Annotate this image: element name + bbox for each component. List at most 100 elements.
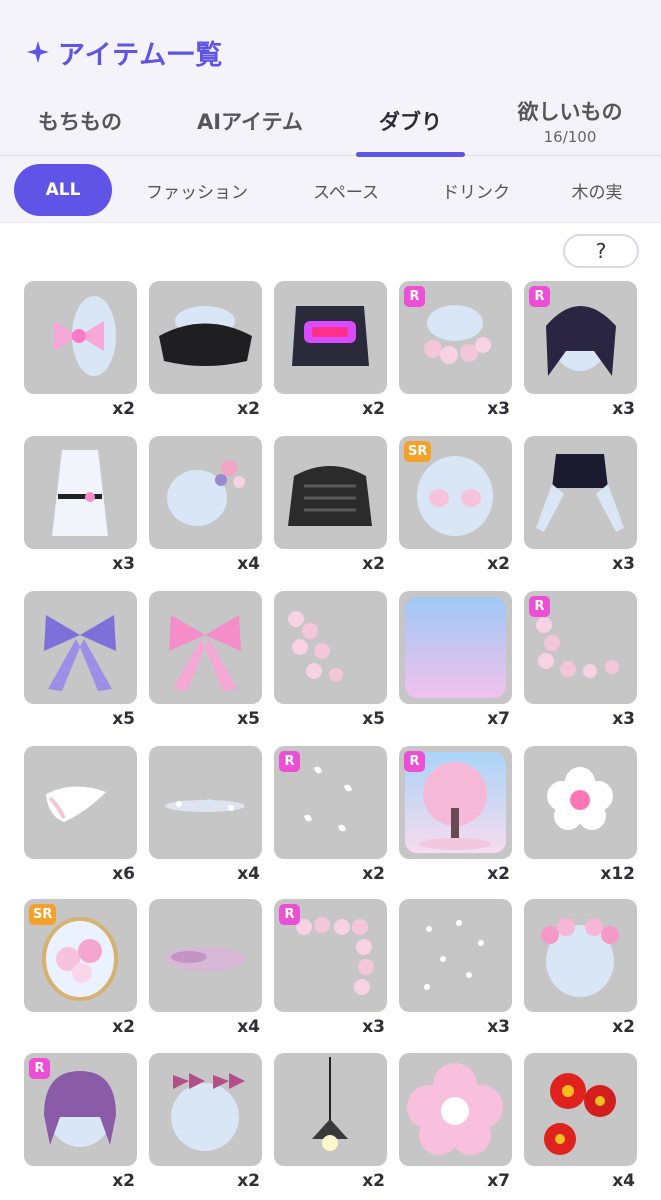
filter-nuts[interactable]: 木の実 [552, 164, 642, 216]
tab-ai-item[interactable]: AIアイテム [180, 86, 320, 156]
item-cell[interactable]: Rx3 [274, 899, 387, 1039]
sparkle-light-icon [149, 746, 262, 859]
item-count: x3 [362, 1017, 385, 1037]
sakura-branch-icon [274, 591, 387, 704]
item-cell[interactable]: Rx3 [524, 591, 637, 731]
tab-mochimono[interactable]: もちもの [20, 86, 140, 156]
help-button[interactable]: ? [563, 234, 639, 268]
item-cell[interactable]: x3 [24, 436, 137, 576]
header-area: アイテム一覧 もちもの AIアイテム ダブり 欲しいもの 16/100 ALL … [0, 0, 661, 222]
item-cell[interactable]: x3 [399, 899, 512, 1039]
checkered-bows-icon [149, 1053, 262, 1166]
item-count: x6 [112, 864, 135, 884]
rarity-badge: R [529, 286, 550, 307]
item-count: x5 [112, 709, 135, 729]
item-count: x2 [612, 1017, 635, 1037]
item-cell[interactable]: x2 [274, 436, 387, 576]
item-cell[interactable]: x4 [524, 1053, 637, 1193]
item-cell[interactable]: x4 [149, 899, 262, 1039]
sakura-cushion-icon [399, 1053, 512, 1166]
item-count: x5 [362, 709, 385, 729]
filter-drink[interactable]: ドリンク [424, 164, 528, 216]
item-count: x2 [362, 399, 385, 419]
item-cell[interactable]: x4 [149, 746, 262, 886]
item-cell[interactable]: x4 [149, 436, 262, 576]
item-count: x12 [600, 864, 635, 884]
pink-mist-icon [149, 899, 262, 1012]
tab-bar: もちもの AIアイテム ダブり 欲しいもの 16/100 [0, 86, 661, 156]
tab-duplicates[interactable]: ダブり [356, 86, 465, 156]
tab-label: 欲しいもの [517, 100, 623, 124]
item-cell[interactable]: x7 [399, 591, 512, 731]
rarity-badge: SR [29, 904, 57, 925]
item-cell[interactable]: Rx2 [24, 1053, 137, 1193]
item-cell[interactable]: x6 [24, 746, 137, 886]
active-tab-indicator [356, 152, 465, 157]
filter-all[interactable]: ALL [14, 164, 112, 216]
item-count: x7 [487, 709, 510, 729]
rarity-badge: R [279, 904, 300, 925]
item-count: x2 [362, 864, 385, 884]
item-count: x2 [237, 399, 260, 419]
item-count: x3 [612, 554, 635, 574]
item-count: x4 [237, 1017, 260, 1037]
item-count: x2 [487, 864, 510, 884]
item-cell[interactable]: x2 [24, 281, 137, 421]
item-cell[interactable]: Rx3 [399, 281, 512, 421]
item-cell[interactable]: Rx2 [399, 746, 512, 886]
filter-space[interactable]: スペース [292, 164, 400, 216]
filter-chips: ALL ファッション スペース ドリンク 木の実 [0, 162, 661, 218]
sakura-headband-icon [524, 899, 637, 1012]
rarity-badge: R [29, 1058, 50, 1079]
item-cell[interactable]: x12 [524, 746, 637, 886]
gradient-wallpaper-icon [399, 591, 512, 704]
graffiti-tshirt-icon [274, 281, 387, 394]
item-cell[interactable]: Rx2 [274, 746, 387, 886]
petal-scatter-icon [399, 899, 512, 1012]
tab-wishlist[interactable]: 欲しいもの 16/100 [500, 86, 640, 156]
item-cell[interactable]: SR x2 [399, 436, 512, 576]
rarity-badge: R [529, 596, 550, 617]
purple-ribbon-icon [24, 591, 137, 704]
tab-label: ダブり [379, 110, 442, 134]
item-count: x2 [112, 1017, 135, 1037]
wishlist-count: 16/100 [543, 128, 597, 146]
item-count: x4 [237, 554, 260, 574]
item-count: x3 [612, 399, 635, 419]
item-count: x2 [487, 554, 510, 574]
sparkle-icon [27, 41, 49, 63]
filter-fashion[interactable]: ファッション [126, 164, 268, 216]
item-count: x3 [112, 554, 135, 574]
item-cell[interactable]: x5 [149, 591, 262, 731]
item-cell[interactable]: x2 [149, 281, 262, 421]
item-cell[interactable]: x2 [149, 1053, 262, 1193]
item-cell[interactable]: x5 [274, 591, 387, 731]
item-count: x2 [112, 1171, 135, 1191]
red-camellia-icon [524, 1053, 637, 1166]
tab-label: AIアイテム [197, 110, 303, 134]
white-kimono-icon [24, 436, 137, 549]
item-cell[interactable]: x2 [524, 899, 637, 1039]
item-cell[interactable]: x2 [274, 1053, 387, 1193]
pink-ribbon-icon [149, 591, 262, 704]
item-count: x3 [612, 709, 635, 729]
white-sakura-flower-icon [524, 746, 637, 859]
black-lace-top-icon [274, 436, 387, 549]
item-cell[interactable]: x5 [24, 591, 137, 731]
item-count: x4 [237, 864, 260, 884]
page-title: アイテム一覧 [26, 34, 223, 71]
item-cell[interactable]: Rx3 [524, 281, 637, 421]
rarity-badge: R [404, 751, 425, 772]
item-count: x4 [612, 1171, 635, 1191]
item-count: x5 [237, 709, 260, 729]
item-cell[interactable]: x7 [399, 1053, 512, 1193]
item-count: x2 [362, 554, 385, 574]
item-cell[interactable]: SR x2 [24, 899, 137, 1039]
item-cell[interactable]: x3 [524, 436, 637, 576]
black-offshoulder-top-icon [149, 281, 262, 394]
rarity-badge: R [279, 751, 300, 772]
item-cell[interactable]: x2 [274, 281, 387, 421]
item-count: x2 [362, 1171, 385, 1191]
item-grid: x2 x2 x2 Rx3 Rx3 x3 x4 x2 SR x2 x3 x5 x5 x5 x7 Rx3 x6 x4 R… [24, 281, 644, 1200]
white-petal-icon [24, 746, 137, 859]
